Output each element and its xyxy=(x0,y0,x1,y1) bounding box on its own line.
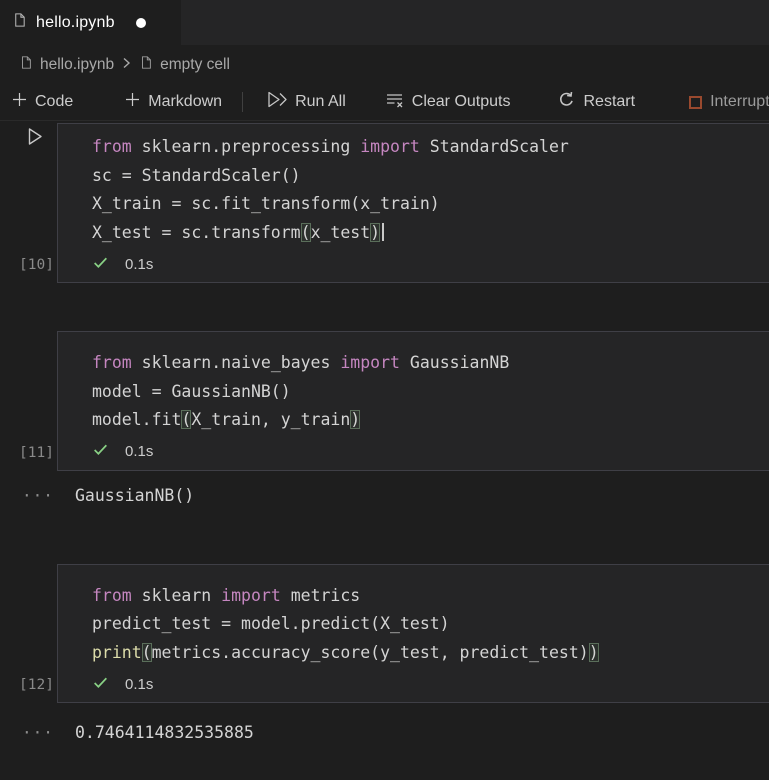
add-code-label: Code xyxy=(35,93,73,111)
code-content[interactable]: from sklearn.naive_bayes import Gaussian… xyxy=(92,349,769,435)
add-markdown-label: Markdown xyxy=(148,93,222,111)
output-ellipsis-icon[interactable]: ··· xyxy=(0,486,57,505)
notebook-cell: [12] from sklearn import metricspredict_… xyxy=(0,564,769,704)
cell-output: ··· 0.7464114832535885 xyxy=(0,718,769,746)
clear-outputs-label: Clear Outputs xyxy=(412,93,511,111)
cell-status-bar: 0.1s xyxy=(92,669,769,699)
execution-duration: 0.1s xyxy=(125,256,153,273)
breadcrumb-file[interactable]: hello.ipynb xyxy=(19,55,114,75)
run-all-button[interactable]: Run All xyxy=(255,87,358,117)
tab-hello-ipynb[interactable]: hello.ipynb xyxy=(0,0,181,45)
add-markdown-cell-button[interactable]: Markdown xyxy=(113,87,234,117)
interrupt-label: Interrupt xyxy=(710,93,769,111)
run-all-icon xyxy=(267,91,287,113)
run-cell-icon[interactable] xyxy=(26,126,44,152)
restart-label: Restart xyxy=(583,93,635,111)
breadcrumb-cell-label: empty cell xyxy=(160,56,230,74)
execution-duration: 0.1s xyxy=(125,443,153,460)
plus-icon xyxy=(12,92,27,112)
notebook-area: [10] from sklearn.preprocessing import S… xyxy=(0,121,769,746)
cell-status-bar: 0.1s xyxy=(92,437,769,467)
chevron-right-icon xyxy=(122,56,131,74)
breadcrumb: hello.ipynb empty cell xyxy=(0,45,769,84)
file-icon xyxy=(12,12,27,33)
code-content[interactable]: from sklearn.preprocessing import Standa… xyxy=(92,133,769,247)
toolbar-separator xyxy=(242,92,243,112)
execution-duration: 0.1s xyxy=(125,676,153,693)
output-ellipsis-icon[interactable]: ··· xyxy=(0,723,57,742)
notebook-cell: [10] from sklearn.preprocessing import S… xyxy=(0,123,769,283)
clear-outputs-icon xyxy=(386,92,404,113)
code-cell-editor[interactable]: from sklearn.naive_bayes import Gaussian… xyxy=(57,331,769,471)
execution-count: [10] xyxy=(0,257,54,273)
output-text: 0.7464114832535885 xyxy=(57,723,254,742)
restart-icon xyxy=(558,91,575,113)
output-text: GaussianNB() xyxy=(57,486,194,505)
notebook-cell: [11] from sklearn.naive_bayes import Gau… xyxy=(0,331,769,471)
file-icon xyxy=(19,55,33,75)
plus-icon xyxy=(125,92,140,112)
success-check-icon xyxy=(92,254,109,275)
interrupt-button[interactable]: Interrupt xyxy=(677,87,769,117)
cell-output: ··· GaussianNB() xyxy=(0,482,769,510)
success-check-icon xyxy=(92,441,109,462)
code-cell-editor[interactable]: from sklearn import metricspredict_test … xyxy=(57,564,769,704)
cell-status-bar: 0.1s xyxy=(92,249,769,279)
execution-count: [11] xyxy=(0,445,54,461)
notebook-toolbar: Code Markdown Run All Clear Outputs Rest… xyxy=(0,84,769,121)
file-icon xyxy=(139,55,153,75)
add-code-cell-button[interactable]: Code xyxy=(0,87,85,117)
restart-kernel-button[interactable]: Restart xyxy=(546,87,647,117)
breadcrumb-cell[interactable]: empty cell xyxy=(139,55,230,75)
clear-outputs-button[interactable]: Clear Outputs xyxy=(374,87,523,117)
tab-title: hello.ipynb xyxy=(36,14,115,32)
modified-dot-icon[interactable] xyxy=(136,18,146,28)
run-all-label: Run All xyxy=(295,93,346,111)
interrupt-stop-icon xyxy=(689,96,702,109)
code-cell-editor[interactable]: from sklearn.preprocessing import Standa… xyxy=(57,123,769,283)
execution-count: [12] xyxy=(0,677,54,693)
editor-tab-bar: hello.ipynb xyxy=(0,0,769,45)
code-content[interactable]: from sklearn import metricspredict_test … xyxy=(92,582,769,668)
breadcrumb-file-label: hello.ipynb xyxy=(40,56,114,74)
success-check-icon xyxy=(92,674,109,695)
